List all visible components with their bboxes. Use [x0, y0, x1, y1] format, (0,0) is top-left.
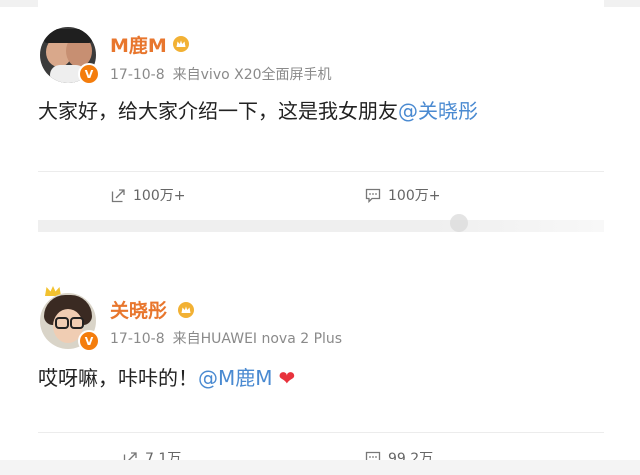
post-body: 哎呀嘛，咔咔的！ — [38, 366, 198, 390]
weibo-post-1: V M鹿M 17-10-8 来自vivo X20全面屏手机 大家好，给大家介绍一下… — [38, 0, 604, 228]
author-name[interactable]: 关晓彤 — [110, 296, 167, 323]
mention-link[interactable]: @关晓彤 — [398, 99, 478, 123]
verified-badge-icon: V — [78, 63, 100, 85]
comment-button[interactable]: 100万+ — [365, 185, 440, 205]
post-source[interactable]: 来自vivo X20全面屏手机 — [173, 67, 332, 83]
bottom-separator — [0, 460, 640, 475]
post-date: 17-10-8 — [110, 331, 165, 347]
post-date: 17-10-8 — [110, 67, 165, 83]
divider — [38, 171, 604, 172]
divider — [38, 432, 604, 433]
heart-icon: ❤ — [278, 366, 296, 390]
repost-button[interactable]: 100万+ — [111, 185, 185, 205]
post-separator — [38, 214, 604, 232]
verified-badge-icon: V — [78, 330, 100, 352]
post-text: 哎呀嘛，咔咔的！@M鹿M ❤ — [38, 362, 295, 391]
vip-crown-icon — [178, 302, 194, 318]
post-text: 大家好，给大家介绍一下，这是我女朋友@关晓彤 — [38, 95, 478, 124]
post-source[interactable]: 来自HUAWEI nova 2 Plus — [173, 331, 342, 347]
post-meta: 17-10-8 来自vivo X20全面屏手机 — [110, 64, 332, 84]
vip-crown-icon — [173, 36, 189, 52]
post-body: 大家好，给大家介绍一下，这是我女朋友 — [38, 99, 398, 123]
weibo-post-2: V 关晓彤 17-10-8 来自HUAWEI nova 2 Plus 哎呀嘛，咔咔… — [38, 268, 604, 475]
comment-count: 100万+ — [388, 188, 441, 204]
author-name[interactable]: M鹿M — [110, 31, 167, 58]
repost-icon — [111, 188, 125, 202]
comment-icon — [365, 188, 381, 203]
mention-link[interactable]: @M鹿M — [198, 366, 273, 390]
repost-count: 100万+ — [133, 188, 186, 204]
post-meta: 17-10-8 来自HUAWEI nova 2 Plus — [110, 328, 342, 348]
